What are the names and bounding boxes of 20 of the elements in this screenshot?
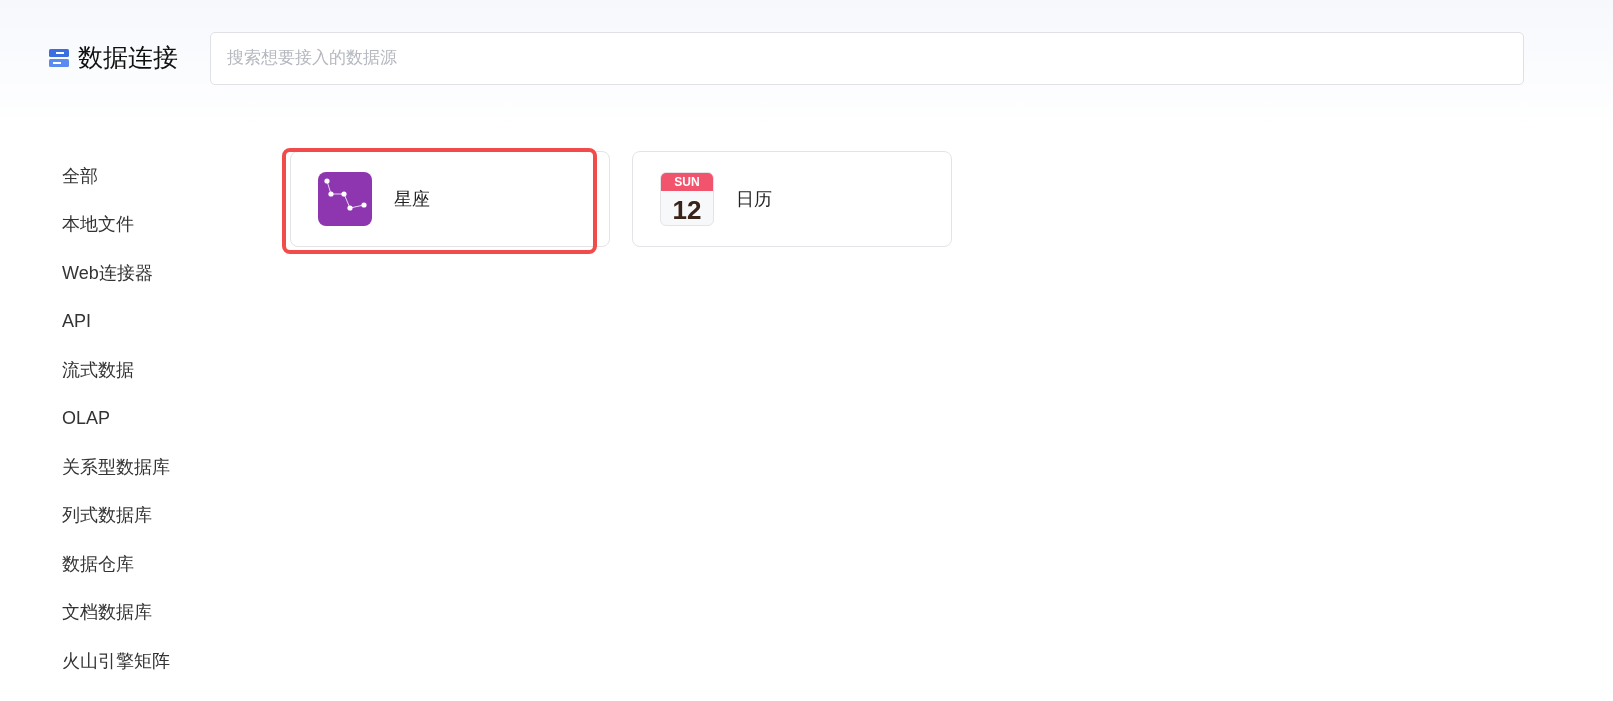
- datasource-card[interactable]: SUN 12 日历: [632, 151, 952, 247]
- card-label: 星座: [394, 187, 430, 211]
- category-item[interactable]: 火山引擎矩阵: [62, 647, 170, 675]
- category-item[interactable]: 关系型数据库: [62, 453, 170, 481]
- calendar-icon: SUN 12: [660, 172, 714, 226]
- logo-icon: [48, 47, 70, 69]
- category-item[interactable]: API: [62, 308, 91, 336]
- search-field[interactable]: 搜索想要接入的数据源: [210, 31, 1524, 85]
- category-item[interactable]: 流式数据: [62, 356, 134, 384]
- datasource-card[interactable]: 星座: [290, 151, 610, 247]
- category-item[interactable]: 数据仓库: [62, 550, 134, 578]
- constellation-icon: [318, 172, 372, 226]
- card-label: 日历: [736, 187, 772, 211]
- category-item[interactable]: 文档数据库: [62, 599, 152, 627]
- category-item[interactable]: Web连接器: [62, 259, 153, 287]
- category-item[interactable]: 列式数据库: [62, 502, 152, 530]
- category-item[interactable]: OLAP: [62, 405, 111, 433]
- category-item[interactable]: 全部: [62, 162, 98, 190]
- category-item[interactable]: 本地文件: [62, 211, 134, 239]
- page-title: 数据连接: [78, 42, 178, 74]
